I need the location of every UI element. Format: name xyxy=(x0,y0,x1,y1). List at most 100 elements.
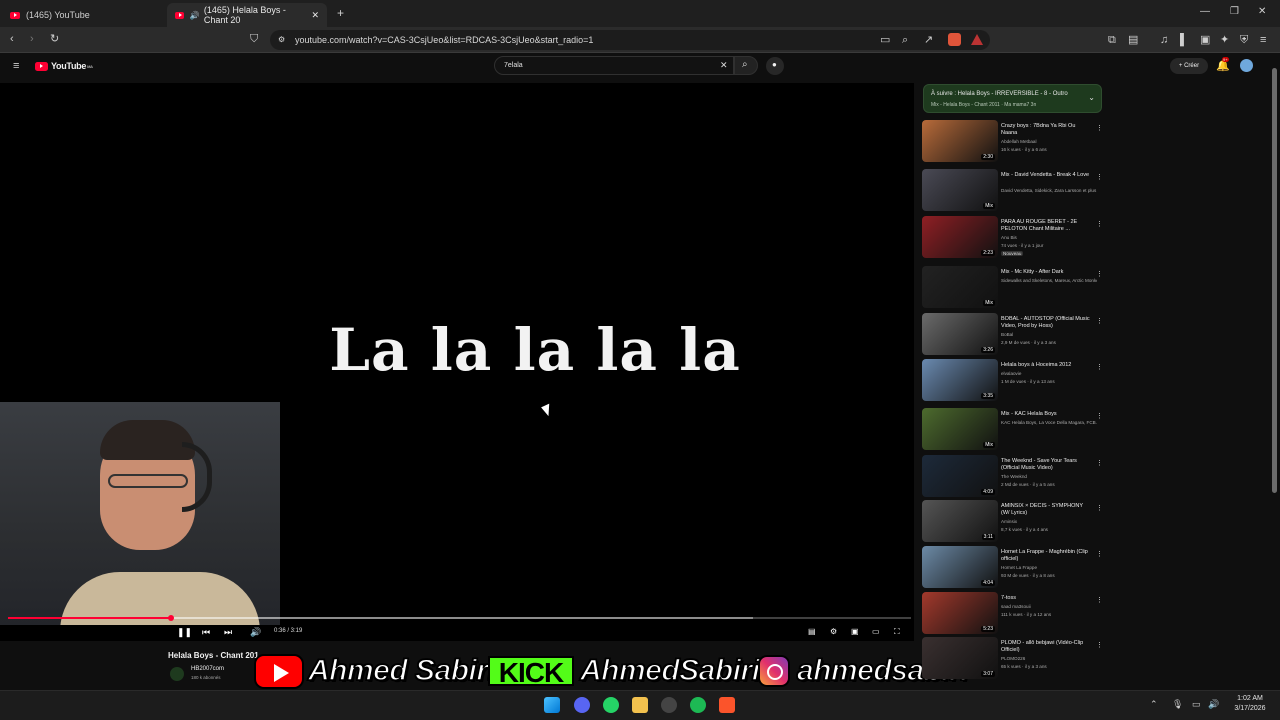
playlist-up-next[interactable]: À suivre : Helala Boys - IRREVERSIBLE - … xyxy=(923,84,1102,113)
related-video-item[interactable]: 3:11 AMINSIX × DECIS - SYMPHONY (W/ Lyric… xyxy=(922,500,1103,544)
zoom-icon[interactable]: ⌕ xyxy=(902,35,908,46)
file-explorer-icon[interactable] xyxy=(632,697,648,713)
reading-list-icon[interactable]: ▤ xyxy=(1128,35,1138,46)
search-input[interactable]: 7elala ✕ xyxy=(494,56,734,75)
video-thumbnail[interactable]: Mix xyxy=(922,408,998,450)
close-window-icon[interactable]: ✕ xyxy=(1258,6,1266,17)
restore-icon[interactable]: ❐ xyxy=(1230,6,1239,17)
video-thumbnail[interactable]: 2:23 xyxy=(922,216,998,258)
more-options-icon[interactable]: ⋮ xyxy=(1096,363,1103,371)
channel-avatar[interactable] xyxy=(170,667,184,681)
guide-menu-icon[interactable]: ≡ xyxy=(13,61,19,72)
forward-icon[interactable]: › xyxy=(30,34,34,45)
whatsapp-icon[interactable] xyxy=(603,697,619,713)
video-item-title[interactable]: Mix - KAC Helala Boys xyxy=(1001,411,1093,418)
browser-tab-youtube[interactable]: (1465) YouTube xyxy=(2,3,166,27)
video-item-channel[interactable]: saad ma3souii xyxy=(1001,604,1097,609)
video-item-channel[interactable]: Hornet La Frappe xyxy=(1001,565,1097,570)
search-button[interactable]: ⌕ xyxy=(734,56,758,75)
next-icon[interactable]: ⏭ xyxy=(224,627,232,638)
video-item-channel[interactable]: BoBal xyxy=(1001,332,1097,337)
more-options-icon[interactable]: ⋮ xyxy=(1096,504,1103,512)
new-tab-button[interactable]: + xyxy=(337,7,344,19)
video-thumbnail[interactable]: 3:07 xyxy=(922,637,998,679)
related-video-item[interactable]: 2:23 PARA AU ROUGE BERET - 2E PELOTON Cha… xyxy=(922,216,1103,260)
more-options-icon[interactable]: ⋮ xyxy=(1096,173,1103,181)
video-thumbnail[interactable]: 3:26 xyxy=(922,313,998,355)
browser-tab-helala[interactable]: 🔊 (1465) Helala Boys - Chant 20 ✕ xyxy=(167,3,327,27)
taskbar-clock[interactable]: 1:02 AM 3/17/2026 xyxy=(1228,694,1272,714)
music-icon[interactable]: ♫ xyxy=(1160,35,1168,46)
reload-icon[interactable]: ↻ xyxy=(50,34,59,45)
related-video-item[interactable]: 5:23 7-toss saad ma3souii 111 k vues · il y… xyxy=(922,592,1103,636)
spotify-icon[interactable] xyxy=(690,697,706,713)
minimize-icon[interactable]: — xyxy=(1200,6,1210,17)
video-item-title[interactable]: Helala boys à Hoceima 2012 xyxy=(1001,362,1093,369)
youtube-logo[interactable]: YouTube MA xyxy=(35,61,93,71)
tray-chevron-icon[interactable]: ⌃ xyxy=(1150,700,1158,709)
more-options-icon[interactable]: ⋮ xyxy=(1096,550,1103,558)
related-video-item[interactable]: Mix Mix - David Vendetta - Break 4 Love Da… xyxy=(922,169,1103,213)
leo-icon[interactable]: ✦ xyxy=(1220,35,1229,46)
windows-start-icon[interactable] xyxy=(544,697,560,713)
video-thumbnail[interactable]: 3:11 xyxy=(922,500,998,542)
related-video-item[interactable]: 4:04 Hornet La Frappe - Maghrébin (Clip o… xyxy=(922,546,1103,590)
clear-search-icon[interactable]: ✕ xyxy=(720,57,728,74)
video-item-channel[interactable]: Aminsix xyxy=(1001,519,1097,524)
video-item-title[interactable]: Mix - Mc Kitty - After Dark xyxy=(1001,269,1093,276)
video-item-channel[interactable]: Abdellah Metbaal xyxy=(1001,139,1097,144)
video-item-title[interactable]: The Weeknd - Save Your Tears (Official M… xyxy=(1001,458,1093,472)
brave-browser-icon[interactable] xyxy=(719,697,735,713)
extensions-icon[interactable]: ⧉ xyxy=(1108,35,1116,46)
avatar[interactable] xyxy=(1240,59,1253,72)
site-info-icon[interactable]: ⚙ xyxy=(278,30,285,50)
channel-name[interactable]: HB2007com xyxy=(191,666,224,672)
settings-icon[interactable]: ⚙ xyxy=(830,627,837,636)
menu-icon[interactable]: ≡ xyxy=(1260,35,1266,46)
wallet-icon[interactable]: ▣ xyxy=(1200,35,1210,46)
video-thumbnail[interactable]: 3:35 xyxy=(922,359,998,401)
video-item-channel[interactable]: The Weeknd xyxy=(1001,474,1097,479)
more-options-icon[interactable]: ⋮ xyxy=(1096,317,1103,325)
video-item-channel[interactable]: Sidewalks and Skeletons, Mareux, Arctic … xyxy=(1001,278,1097,283)
related-video-item[interactable]: 3:26 BOBAL - AUTOSTOP (Official Music Vid… xyxy=(922,313,1103,357)
related-video-item[interactable]: 2:30 Crazy boys : 7Bdna Ya Rbi Ou Naana Ab… xyxy=(922,120,1103,164)
subtitles-icon[interactable]: ▤ xyxy=(808,627,816,636)
more-options-icon[interactable]: ⋮ xyxy=(1096,124,1103,132)
share-icon[interactable]: ↗ xyxy=(924,35,933,46)
page-scrollbar[interactable] xyxy=(1270,53,1280,690)
video-thumbnail[interactable]: 4:04 xyxy=(922,546,998,588)
back-icon[interactable]: ‹ xyxy=(10,34,14,45)
related-video-item[interactable]: Mix Mix - Mc Kitty - After Dark Sidewalks … xyxy=(922,266,1103,310)
brave-rewards-icon[interactable] xyxy=(971,34,983,45)
scrollbar-thumb[interactable] xyxy=(1272,68,1277,493)
video-item-channel[interactable]: David Vendetta, Sidekick, Zara Larsson e… xyxy=(1001,188,1097,193)
discord-icon[interactable] xyxy=(574,697,590,713)
notifications-icon[interactable]: 🔔 xyxy=(1216,61,1230,72)
obs-icon[interactable] xyxy=(661,697,677,713)
video-item-title[interactable]: AMINSIX × DECIS - SYMPHONY (W/ Lyrics) xyxy=(1001,503,1093,517)
video-item-channel[interactable]: KAC Helala Boys, La Voce Della Magara, F… xyxy=(1001,420,1097,425)
create-button[interactable]: + Créer xyxy=(1170,58,1208,74)
related-video-item[interactable]: Mix Mix - KAC Helala Boys KAC Helala Boys,… xyxy=(922,408,1103,452)
related-video-item[interactable]: 3:35 Helala boys à Hoceima 2012 elvalaovie… xyxy=(922,359,1103,403)
video-item-title[interactable]: PLOMO - allô bebjawi (Vidéo-Clip Officie… xyxy=(1001,640,1093,654)
video-item-title[interactable]: Hornet La Frappe - Maghrébin (Clip offic… xyxy=(1001,549,1093,563)
tray-display-icon[interactable]: ▭ xyxy=(1192,700,1201,709)
video-item-title[interactable]: Mix - David Vendetta - Break 4 Love xyxy=(1001,172,1093,179)
video-item-channel[interactable]: Anu Bis xyxy=(1001,235,1097,240)
tray-mic-icon[interactable]: 🎙 xyxy=(1172,700,1183,709)
tray-volume-icon[interactable]: 🔊 xyxy=(1208,700,1219,709)
chevron-down-icon[interactable]: ⌄ xyxy=(1088,93,1095,102)
voice-search-button[interactable]: ● xyxy=(766,57,784,75)
related-video-item[interactable]: 3:07 PLOMO - allô bebjawi (Vidéo-Clip Off… xyxy=(922,637,1103,681)
brave-shield-icon[interactable] xyxy=(948,33,961,46)
video-thumbnail[interactable]: Mix xyxy=(922,169,998,211)
previous-icon[interactable]: ⏮ xyxy=(202,627,210,638)
more-options-icon[interactable]: ⋮ xyxy=(1096,270,1103,278)
more-options-icon[interactable]: ⋮ xyxy=(1096,412,1103,420)
miniplayer-icon[interactable]: ▣ xyxy=(851,627,859,636)
video-thumbnail[interactable]: 2:30 xyxy=(922,120,998,162)
more-options-icon[interactable]: ⋮ xyxy=(1096,220,1103,228)
video-item-channel[interactable]: elvalaovie xyxy=(1001,371,1097,376)
